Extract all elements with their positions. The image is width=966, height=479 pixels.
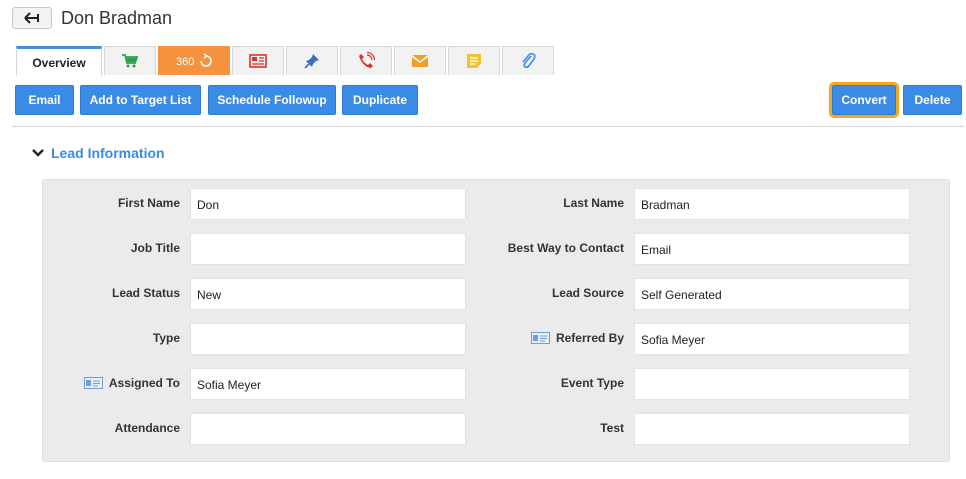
- attendance-field[interactable]: [190, 413, 466, 445]
- schedule-followup-button[interactable]: Schedule Followup: [208, 85, 336, 115]
- pin-icon: [304, 54, 319, 69]
- attendance-label: Attendance: [114, 421, 180, 435]
- delete-button[interactable]: Delete: [903, 85, 962, 115]
- referred-by-label: Referred By: [555, 331, 624, 345]
- tab-360[interactable]: 360: [158, 46, 230, 75]
- email-button[interactable]: Email: [15, 85, 74, 115]
- mail-icon: [411, 55, 429, 67]
- lead-status-label: Lead Status: [111, 286, 180, 300]
- contact-card-icon[interactable]: [530, 332, 550, 344]
- contact-card-icon[interactable]: [83, 377, 103, 389]
- page-title: Don Bradman: [61, 8, 173, 28]
- tab-attachments[interactable]: [502, 46, 554, 75]
- tab-pin[interactable]: [286, 46, 338, 75]
- paperclip-icon: [522, 52, 536, 69]
- test-label: Test: [600, 421, 624, 435]
- tab-overview-label: Overview: [32, 55, 86, 70]
- lead-status-field[interactable]: New: [190, 278, 466, 310]
- tab-mail[interactable]: [394, 46, 446, 75]
- lead-info-panel: First Name Don Last Name Bradman Job Tit…: [42, 179, 950, 462]
- type-field[interactable]: [190, 323, 466, 355]
- section-toggle[interactable]: Lead Information: [32, 145, 165, 161]
- tab-news[interactable]: [232, 46, 284, 75]
- best-way-label: Best Way to Contact: [507, 241, 624, 255]
- duplicate-button[interactable]: Duplicate: [342, 85, 418, 115]
- lead-source-label: Lead Source: [551, 286, 624, 300]
- type-label: Type: [152, 331, 180, 345]
- tab-notes[interactable]: [448, 46, 500, 75]
- convert-button[interactable]: Convert: [829, 82, 899, 118]
- section-title: Lead Information: [51, 145, 165, 161]
- arrow-left-icon: [24, 12, 39, 24]
- job-title-field[interactable]: [190, 233, 466, 265]
- assigned-to-field[interactable]: Sofia Meyer: [190, 368, 466, 400]
- first-name-label: First Name: [117, 196, 180, 210]
- first-name-field[interactable]: Don: [190, 188, 466, 220]
- add-to-target-list-button[interactable]: Add to Target List: [80, 85, 201, 115]
- cart-icon: [122, 54, 138, 68]
- last-name-label: Last Name: [563, 196, 624, 210]
- event-type-label: Event Type: [560, 376, 624, 390]
- job-title-label: Job Title: [130, 241, 180, 255]
- tab-cart[interactable]: [104, 46, 156, 75]
- back-button[interactable]: [12, 7, 52, 29]
- test-field[interactable]: [634, 413, 910, 445]
- note-icon: [467, 54, 481, 68]
- tab-overview[interactable]: Overview: [16, 46, 102, 76]
- last-name-field[interactable]: Bradman: [634, 188, 910, 220]
- lead-source-field[interactable]: Self Generated: [634, 278, 910, 310]
- tab-360-label: 360: [176, 56, 194, 68]
- tab-phone[interactable]: [340, 46, 392, 75]
- assigned-to-label: Assigned To: [108, 376, 180, 390]
- 360-icon: 360: [176, 53, 212, 68]
- assigned-to-label-wrap: Assigned To: [43, 375, 180, 391]
- divider: [12, 126, 964, 127]
- referred-by-label-wrap: Referred By: [483, 330, 624, 346]
- record-tabs: Overview 360: [16, 46, 556, 76]
- referred-by-field[interactable]: Sofia Meyer: [634, 323, 910, 355]
- best-way-field[interactable]: Email: [634, 233, 910, 265]
- event-type-field[interactable]: [634, 368, 910, 400]
- chevron-down-icon: [32, 149, 44, 157]
- newspaper-icon: [249, 54, 267, 68]
- action-bar: Email Add to Target List Schedule Follow…: [15, 82, 966, 118]
- phone-icon: [359, 52, 375, 68]
